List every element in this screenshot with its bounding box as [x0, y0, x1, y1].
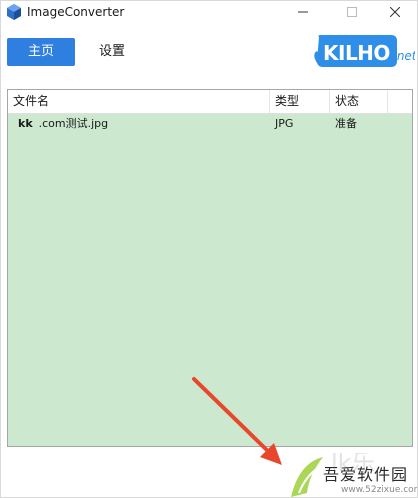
app-window: ImageConverter 主页 设置 KILHO .net 文件名 类型 状…: [0, 0, 418, 498]
maximize-button[interactable]: [329, 1, 375, 23]
watermark-text: 吾爱软件园: [323, 465, 409, 484]
row-filename-prefix: kk: [18, 117, 33, 130]
watermark-url: www.52zixue.com: [341, 485, 418, 495]
column-header-filler: [388, 90, 412, 113]
window-title: ImageConverter: [27, 5, 125, 19]
logo-brand: KILHO: [323, 41, 390, 65]
row-status: 准备: [335, 117, 357, 130]
app-icon: [7, 4, 21, 20]
column-header-status[interactable]: 状态: [330, 90, 388, 113]
table-header: 文件名 类型 状态: [8, 90, 412, 114]
table-row[interactable]: kk .com测试.jpg JPG 准备: [8, 114, 412, 134]
row-type: JPG: [275, 117, 294, 130]
close-button[interactable]: [372, 1, 417, 23]
top-navigation: 主页 设置 KILHO .net: [1, 23, 417, 85]
title-bar[interactable]: ImageConverter: [1, 1, 417, 23]
kilho-logo: KILHO .net: [314, 35, 415, 67]
column-header-type[interactable]: 类型: [270, 90, 330, 113]
red-arrow-annotation: [192, 377, 282, 465]
minimize-icon: [298, 11, 308, 13]
row-filename-text: .com测试.jpg: [38, 117, 109, 130]
logo-suffix: .net: [393, 49, 415, 63]
close-icon: [390, 7, 400, 17]
tab-home[interactable]: 主页: [7, 38, 75, 66]
maximize-icon: [347, 7, 357, 17]
row-filename: kk .com测试.jpg: [18, 114, 108, 134]
tab-settings[interactable]: 设置: [89, 38, 135, 66]
column-header-filename[interactable]: 文件名: [8, 90, 270, 113]
minimize-button[interactable]: [280, 1, 326, 23]
